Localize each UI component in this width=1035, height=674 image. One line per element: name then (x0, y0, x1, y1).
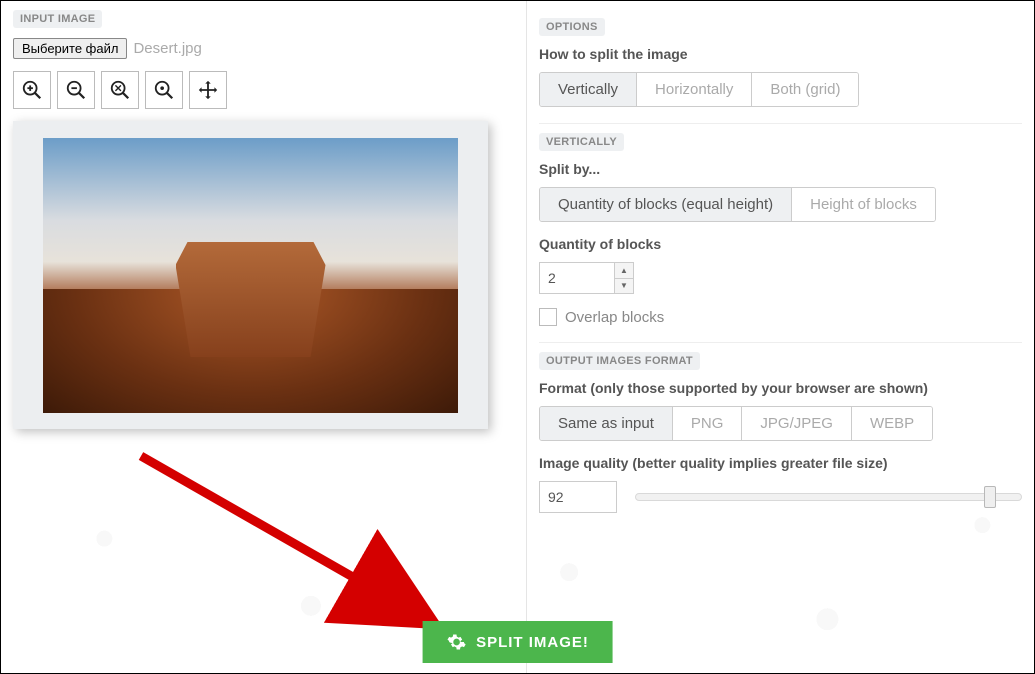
format-group: Same as input PNG JPG/JPEG WEBP (539, 406, 933, 441)
output-format-header: OUTPUT IMAGES FORMAT (539, 352, 700, 370)
vertically-header: VERTICALLY (539, 133, 624, 151)
split-mode-group: Vertically Horizontally Both (grid) (539, 72, 859, 107)
format-webp[interactable]: WEBP (852, 407, 932, 440)
selected-file-name: Desert.jpg (133, 40, 201, 57)
choose-file-button[interactable]: Выберите файл (13, 38, 127, 59)
pan-button[interactable] (189, 71, 227, 109)
input-image-header: INPUT IMAGE (13, 10, 102, 28)
zoom-out-button[interactable] (57, 71, 95, 109)
zoom-out-icon (65, 79, 87, 101)
split-by-label: Split by... (539, 161, 1022, 177)
split-button-label: SPLIT IMAGE! (476, 634, 589, 651)
split-mode-vertically[interactable]: Vertically (540, 73, 637, 106)
format-jpg[interactable]: JPG/JPEG (742, 407, 852, 440)
zoom-fit-button[interactable] (145, 71, 183, 109)
split-by-quantity[interactable]: Quantity of blocks (equal height) (540, 188, 792, 221)
quantity-label: Quantity of blocks (539, 236, 1022, 252)
split-mode-horizontally[interactable]: Horizontally (637, 73, 752, 106)
quality-slider[interactable] (635, 493, 1022, 501)
zoom-reset-button[interactable] (101, 71, 139, 109)
overlap-checkbox[interactable] (539, 308, 557, 326)
quality-input[interactable] (539, 481, 617, 513)
gear-icon (446, 632, 466, 652)
zoom-reset-icon (109, 79, 131, 101)
preview-image (43, 138, 458, 413)
split-by-group: Quantity of blocks (equal height) Height… (539, 187, 936, 222)
format-label: Format (only those supported by your bro… (539, 380, 1022, 396)
quality-label: Image quality (better quality implies gr… (539, 455, 1022, 471)
zoom-in-button[interactable] (13, 71, 51, 109)
format-same[interactable]: Same as input (540, 407, 673, 440)
split-image-button[interactable]: SPLIT IMAGE! (422, 621, 613, 663)
slider-thumb[interactable] (984, 486, 996, 508)
how-split-label: How to split the image (539, 46, 1022, 62)
zoom-in-icon (21, 79, 43, 101)
quantity-step-up[interactable]: ▲ (615, 263, 633, 279)
image-preview[interactable] (13, 121, 488, 429)
overlap-label: Overlap blocks (565, 309, 664, 326)
options-header: OPTIONS (539, 18, 605, 36)
format-png[interactable]: PNG (673, 407, 743, 440)
move-icon (197, 79, 219, 101)
zoom-fit-icon (153, 79, 175, 101)
split-by-height[interactable]: Height of blocks (792, 188, 935, 221)
split-mode-both[interactable]: Both (grid) (752, 73, 858, 106)
quantity-step-down[interactable]: ▼ (615, 279, 633, 294)
quantity-input[interactable] (539, 262, 615, 294)
